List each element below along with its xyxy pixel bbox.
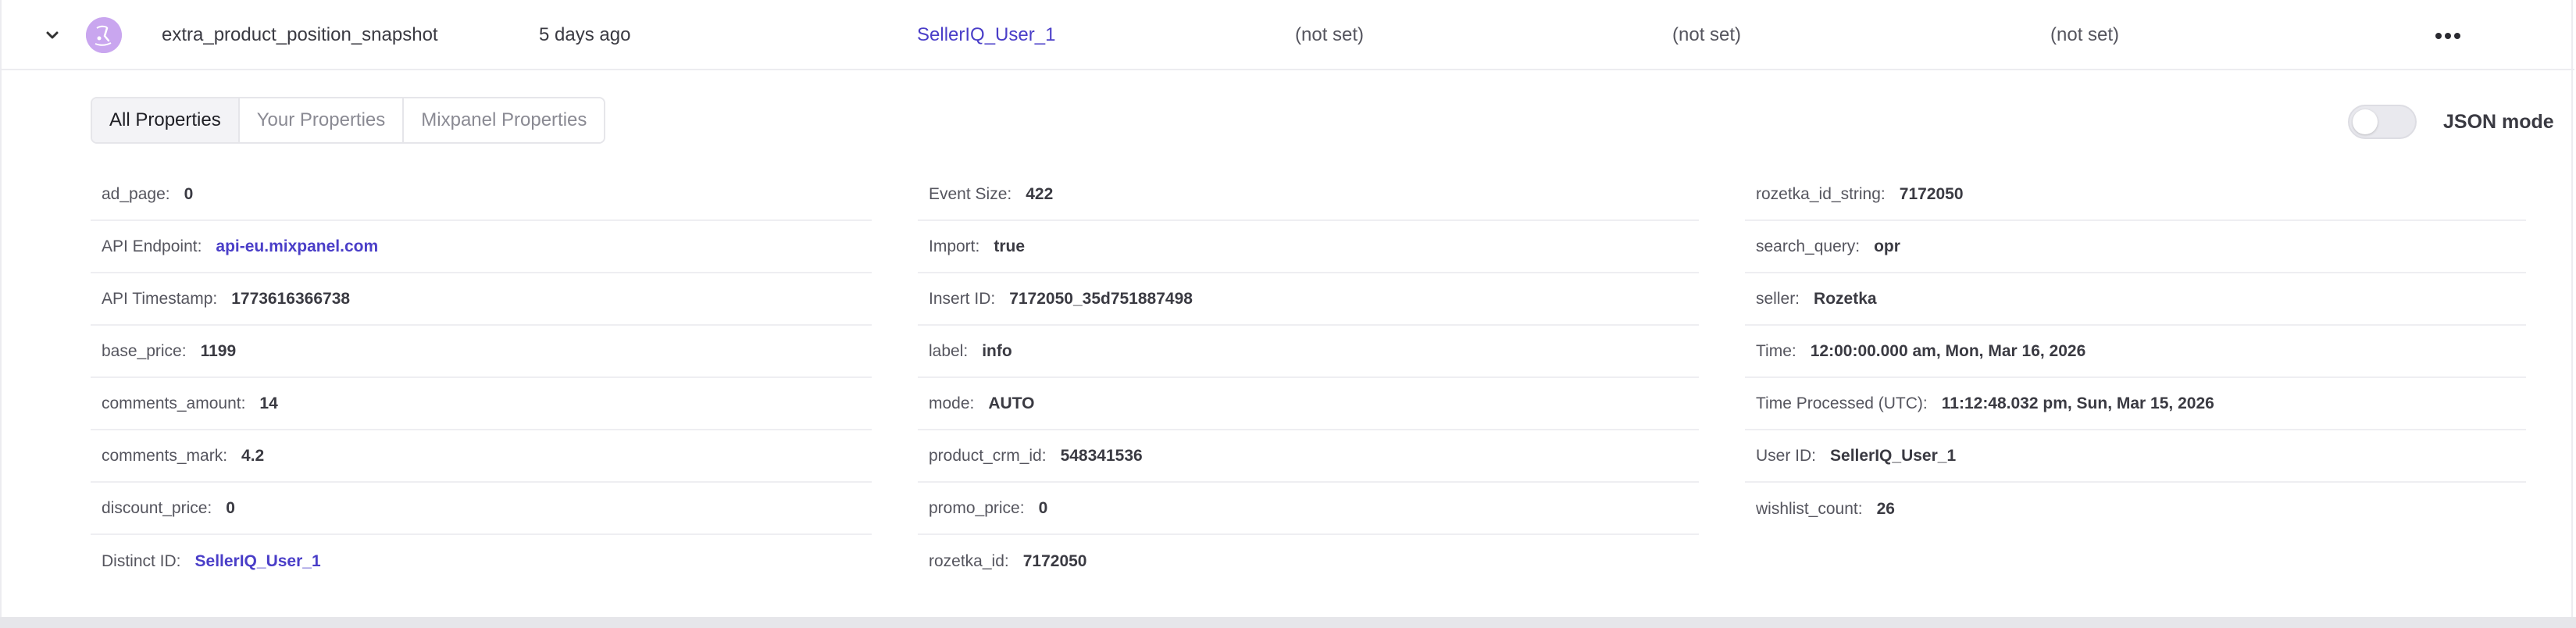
property-name: promo_price: bbox=[929, 498, 1025, 517]
property-value: SellerIQ_User_1 bbox=[1830, 446, 1957, 465]
property-value: 0 bbox=[184, 184, 194, 203]
property-name: Distinct ID: bbox=[102, 551, 181, 570]
property-value: 11:12:48.032 pm, Sun, Mar 15, 2026 bbox=[1941, 394, 2214, 412]
property-row: Import: true bbox=[918, 221, 1699, 273]
property-row: rozetka_id_string: 7172050 bbox=[1745, 169, 2526, 221]
event-col2: (not set) bbox=[1672, 24, 1742, 45]
property-name: ad_page: bbox=[102, 184, 170, 203]
tab-all-properties[interactable]: All Properties bbox=[92, 98, 240, 142]
property-value: 7172050 bbox=[1899, 184, 1964, 203]
properties-tabs: All Properties Your Properties Mixpanel … bbox=[91, 97, 606, 144]
property-row: label: info bbox=[918, 326, 1699, 378]
property-value: opr bbox=[1874, 237, 1900, 255]
property-row: product_crm_id: 548341536 bbox=[918, 430, 1699, 483]
property-name: seller: bbox=[1756, 289, 1800, 308]
property-value: 0 bbox=[1038, 498, 1048, 517]
property-value: 0 bbox=[226, 498, 235, 517]
properties-column-3: rozetka_id_string: 7172050 search_query: op… bbox=[1745, 169, 2526, 535]
property-name: Insert ID: bbox=[929, 289, 996, 308]
property-name: User ID: bbox=[1756, 446, 1817, 465]
property-row: search_query: opr bbox=[1745, 221, 2526, 273]
property-name: API Endpoint: bbox=[102, 237, 202, 255]
event-col3: (not set) bbox=[2050, 24, 2120, 45]
event-panel: extra_product_position_snapshot 5 days a… bbox=[0, 0, 2574, 617]
property-value: info bbox=[982, 341, 1012, 360]
property-row: base_price: 1199 bbox=[91, 326, 872, 378]
properties-column-1: ad_page: 0 API Endpoint: api-eu.mixpanel.co… bbox=[91, 169, 872, 587]
property-name: search_query: bbox=[1756, 237, 1861, 255]
more-icon[interactable] bbox=[2432, 31, 2464, 41]
property-name: label: bbox=[929, 341, 969, 360]
property-value: 422 bbox=[1026, 184, 1054, 203]
property-row: comments_amount: 14 bbox=[91, 378, 872, 430]
property-row: Event Size: 422 bbox=[918, 169, 1699, 221]
property-name: Time Processed (UTC): bbox=[1756, 394, 1928, 412]
property-row: discount_price: 0 bbox=[91, 483, 872, 535]
property-value: 14 bbox=[259, 394, 278, 412]
json-mode-toggle[interactable] bbox=[2348, 105, 2417, 139]
property-name: mode: bbox=[929, 394, 975, 412]
property-row: Time Processed (UTC): 11:12:48.032 pm, Su… bbox=[1745, 378, 2526, 430]
property-row: wishlist_count: 26 bbox=[1745, 483, 2526, 535]
property-name: rozetka_id_string: bbox=[1756, 184, 1886, 203]
property-name: product_crm_id: bbox=[929, 446, 1047, 465]
property-row: User ID: SellerIQ_User_1 bbox=[1745, 430, 2526, 483]
property-value: 7172050 bbox=[1022, 551, 1087, 570]
panel-bottom-divider bbox=[0, 617, 2576, 628]
property-value: 4.2 bbox=[241, 446, 265, 465]
property-name: comments_mark: bbox=[102, 446, 228, 465]
property-row: Time: 12:00:00.000 am, Mon, Mar 16, 2026 bbox=[1745, 326, 2526, 378]
property-value: 548341536 bbox=[1060, 446, 1143, 465]
property-name: rozetka_id: bbox=[929, 551, 1009, 570]
property-row: promo_price: 0 bbox=[918, 483, 1699, 535]
property-row: API Timestamp: 1773616366738 bbox=[91, 273, 872, 326]
property-value: 12:00:00.000 am, Mon, Mar 16, 2026 bbox=[1810, 341, 2086, 360]
property-name: Event Size: bbox=[929, 184, 1012, 203]
property-row: comments_mark: 4.2 bbox=[91, 430, 872, 483]
property-value-link[interactable]: SellerIQ_User_1 bbox=[195, 552, 321, 571]
property-row: Insert ID: 7172050_35d751887498 bbox=[918, 273, 1699, 326]
property-row: seller: Rozetka bbox=[1745, 273, 2526, 326]
property-value: Rozetka bbox=[1814, 289, 1877, 308]
event-name: extra_product_position_snapshot bbox=[162, 24, 438, 45]
property-row: rozetka_id: 7172050 bbox=[918, 535, 1699, 587]
property-name: Import: bbox=[929, 237, 980, 255]
property-name: comments_amount: bbox=[102, 394, 246, 412]
event-time: 5 days ago bbox=[539, 24, 631, 45]
event-row[interactable]: extra_product_position_snapshot 5 days a… bbox=[2, 0, 2574, 70]
property-value: AUTO bbox=[988, 394, 1035, 412]
property-row: Distinct ID: SellerIQ_User_1 bbox=[91, 535, 872, 587]
properties-column-2: Event Size: 422 Import: true Insert ID: 71720… bbox=[918, 169, 1699, 587]
property-value: 1773616366738 bbox=[231, 289, 351, 308]
property-name: base_price: bbox=[102, 341, 187, 360]
property-row: API Endpoint: api-eu.mixpanel.com bbox=[91, 221, 872, 273]
property-value: true bbox=[994, 237, 1026, 255]
property-name: discount_price: bbox=[102, 498, 212, 517]
json-mode-label: JSON mode bbox=[2443, 111, 2554, 133]
property-name: API Timestamp: bbox=[102, 289, 218, 308]
tab-mixpanel-properties[interactable]: Mixpanel Properties bbox=[404, 98, 605, 142]
property-name: Time: bbox=[1756, 341, 1796, 360]
property-value: 7172050_35d751887498 bbox=[1009, 289, 1193, 308]
toggle-knob bbox=[2353, 109, 2378, 134]
property-row: ad_page: 0 bbox=[91, 169, 872, 221]
tab-your-properties[interactable]: Your Properties bbox=[239, 98, 405, 142]
event-user-link[interactable]: SellerIQ_User_1 bbox=[917, 22, 1055, 48]
avatar-icon bbox=[86, 17, 122, 53]
property-value: 1199 bbox=[200, 341, 237, 360]
property-row: mode: AUTO bbox=[918, 378, 1699, 430]
property-value-link[interactable]: api-eu.mixpanel.com bbox=[216, 237, 378, 256]
chevron-down-icon[interactable] bbox=[44, 27, 61, 44]
event-col1: (not set) bbox=[1295, 24, 1365, 45]
property-name: wishlist_count: bbox=[1756, 499, 1863, 518]
property-value: 26 bbox=[1876, 499, 1895, 518]
